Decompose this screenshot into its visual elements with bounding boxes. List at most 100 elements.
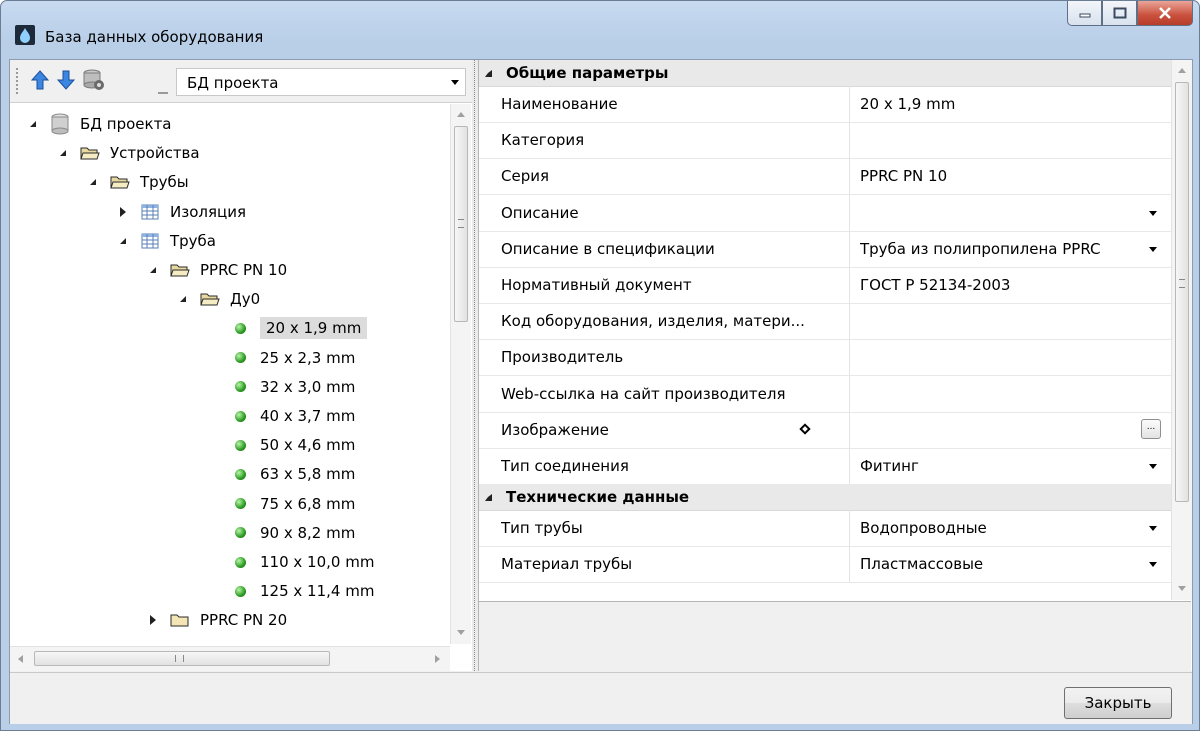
property-row[interactable]: Описание в спецификации Труба из полипроп… bbox=[479, 230, 1171, 268]
chevron-down-icon[interactable] bbox=[1149, 246, 1157, 252]
property-value[interactable] bbox=[860, 122, 1160, 158]
property-value[interactable] bbox=[860, 195, 1160, 231]
expand-open-icon[interactable] bbox=[146, 265, 160, 275]
property-row[interactable]: Код оборудования, изделия, матери... bbox=[479, 303, 1171, 341]
database-settings-button[interactable] bbox=[82, 68, 106, 92]
expand-open-icon[interactable] bbox=[86, 177, 100, 187]
property-row[interactable]: Web-ссылка на сайт производителя bbox=[479, 375, 1171, 413]
tree-node[interactable]: PPRC PN 10 bbox=[146, 256, 287, 284]
table-icon bbox=[138, 204, 162, 220]
caption-buttons bbox=[1067, 1, 1193, 31]
tree-vertical-scrollbar[interactable] bbox=[450, 104, 471, 644]
maximize-icon bbox=[1113, 7, 1126, 19]
scroll-down-icon[interactable] bbox=[1178, 586, 1186, 591]
property-row[interactable]: Материал трубы Пластмассовые bbox=[479, 546, 1171, 584]
scroll-up-icon[interactable] bbox=[1178, 68, 1186, 73]
toolbar-grip[interactable] bbox=[16, 68, 21, 94]
tree-node[interactable]: 40 x 3,7 mm bbox=[206, 402, 355, 430]
category-title: Общие параметры bbox=[506, 64, 669, 82]
category-technical[interactable]: Технические данные bbox=[479, 484, 1171, 512]
collapse-icon[interactable] bbox=[485, 493, 492, 501]
move-up-button[interactable] bbox=[28, 68, 52, 92]
chevron-down-icon[interactable] bbox=[1149, 562, 1157, 568]
toolbar-overflow[interactable] bbox=[158, 88, 168, 94]
database-select[interactable]: БД проекта bbox=[176, 68, 466, 96]
tree-node[interactable]: 110 x 10,0 mm bbox=[206, 548, 374, 576]
property-value[interactable] bbox=[860, 376, 1160, 412]
tree-node[interactable]: 63 x 5,8 mm bbox=[206, 460, 355, 488]
property-row[interactable]: Описание bbox=[479, 194, 1171, 232]
property-row[interactable]: Серия PPRC PN 10 bbox=[479, 158, 1171, 196]
collapse-icon[interactable] bbox=[485, 69, 492, 77]
property-value[interactable]: Пластмассовые bbox=[860, 546, 1160, 582]
property-value[interactable]: PPRC PN 10 bbox=[860, 158, 1160, 194]
close-window-button[interactable] bbox=[1137, 1, 1193, 26]
expand-open-icon[interactable] bbox=[56, 148, 70, 158]
property-value[interactable] bbox=[860, 412, 1160, 448]
minimize-button[interactable] bbox=[1067, 1, 1102, 26]
property-row[interactable]: Наименование 20 x 1,9 mm bbox=[479, 86, 1171, 123]
category-general[interactable]: Общие параметры bbox=[479, 60, 1171, 87]
property-name: Изображение bbox=[501, 411, 850, 448]
move-down-button[interactable] bbox=[54, 68, 78, 92]
grid-vscroll-thumb[interactable] bbox=[1175, 82, 1189, 502]
tree-node[interactable]: 90 x 8,2 mm bbox=[206, 519, 355, 547]
scroll-up-icon[interactable] bbox=[457, 112, 465, 117]
chevron-down-icon[interactable] bbox=[1149, 464, 1157, 469]
expand-open-icon[interactable] bbox=[176, 294, 190, 304]
green-ball-icon bbox=[228, 410, 252, 422]
tree-node[interactable]: БД проекта bbox=[26, 110, 172, 138]
title-bar[interactable]: База данных оборудования bbox=[1, 1, 1199, 59]
property-row[interactable]: Категория bbox=[479, 122, 1171, 160]
scroll-down-icon[interactable] bbox=[457, 630, 465, 635]
property-grid-scrollbar[interactable] bbox=[1171, 60, 1192, 600]
expand-open-icon[interactable] bbox=[116, 236, 130, 246]
browse-image-button[interactable]: ... bbox=[1141, 418, 1161, 439]
property-row[interactable]: Тип соединения Фитинг bbox=[479, 448, 1171, 485]
tree-node[interactable]: 75 x 6,8 mm bbox=[206, 490, 355, 518]
arrow-up-icon bbox=[31, 70, 49, 90]
property-value[interactable]: 20 x 1,9 mm bbox=[860, 86, 1160, 122]
green-ball-icon bbox=[228, 352, 252, 364]
property-value[interactable]: ГОСТ Р 52134-2003 bbox=[860, 267, 1160, 303]
property-row[interactable]: Производитель bbox=[479, 339, 1171, 377]
property-row[interactable]: Тип трубы Водопроводные bbox=[479, 510, 1171, 548]
dialog-window: База данных оборудования БД проекта БД п… bbox=[0, 0, 1200, 731]
tree-node[interactable]: 50 x 4,6 mm bbox=[206, 431, 355, 459]
property-row[interactable]: Изображение... bbox=[479, 411, 1171, 449]
tree-node[interactable]: 125 x 11,4 mm bbox=[206, 577, 374, 605]
maximize-button[interactable] bbox=[1102, 1, 1137, 26]
tree-node-label: 32 x 3,0 mm bbox=[260, 377, 356, 396]
tree-node[interactable]: 25 x 2,3 mm bbox=[206, 344, 355, 372]
pane-splitter[interactable] bbox=[472, 60, 479, 671]
expand-closed-icon[interactable] bbox=[116, 206, 130, 217]
tree-node[interactable]: 32 x 3,0 mm bbox=[206, 373, 355, 401]
tree-node[interactable]: Устройства bbox=[56, 139, 200, 167]
tree-hscroll-thumb[interactable] bbox=[34, 651, 330, 666]
tree-node[interactable]: Трубы bbox=[86, 168, 189, 196]
expand-closed-icon[interactable] bbox=[146, 615, 160, 626]
scroll-right-icon[interactable] bbox=[435, 655, 440, 663]
tree-node[interactable]: Ду0 bbox=[176, 285, 260, 313]
tree-node[interactable]: Труба bbox=[116, 227, 216, 255]
close-button[interactable]: Закрыть bbox=[1064, 687, 1172, 719]
property-row[interactable]: Нормативный документ ГОСТ Р 52134-2003 bbox=[479, 267, 1171, 304]
property-value[interactable] bbox=[860, 339, 1160, 375]
tree-horizontal-scrollbar[interactable] bbox=[10, 646, 450, 671]
property-value[interactable]: Труба из полипропилена PPRC bbox=[860, 231, 1160, 267]
expand-open-icon[interactable] bbox=[26, 119, 40, 129]
tree-vscroll-thumb[interactable] bbox=[454, 126, 468, 322]
chevron-down-icon[interactable] bbox=[1149, 210, 1157, 216]
scroll-left-icon[interactable] bbox=[18, 655, 23, 663]
tree-node[interactable]: Изоляция bbox=[116, 198, 246, 226]
property-value[interactable] bbox=[860, 303, 1160, 339]
tree-node[interactable]: PPRC PN 20 bbox=[146, 606, 287, 634]
property-value[interactable]: Водопроводные bbox=[860, 510, 1160, 546]
tree-node-label: Изоляция bbox=[170, 202, 246, 221]
database-settings-icon bbox=[83, 69, 104, 90]
chevron-down-icon[interactable] bbox=[1149, 526, 1157, 532]
tree-node[interactable]: 20 x 1,9 mm bbox=[206, 314, 368, 342]
property-value[interactable]: Фитинг bbox=[860, 448, 1160, 484]
property-name: Категория bbox=[501, 122, 850, 159]
tree-toolbar: БД проекта bbox=[10, 60, 472, 103]
